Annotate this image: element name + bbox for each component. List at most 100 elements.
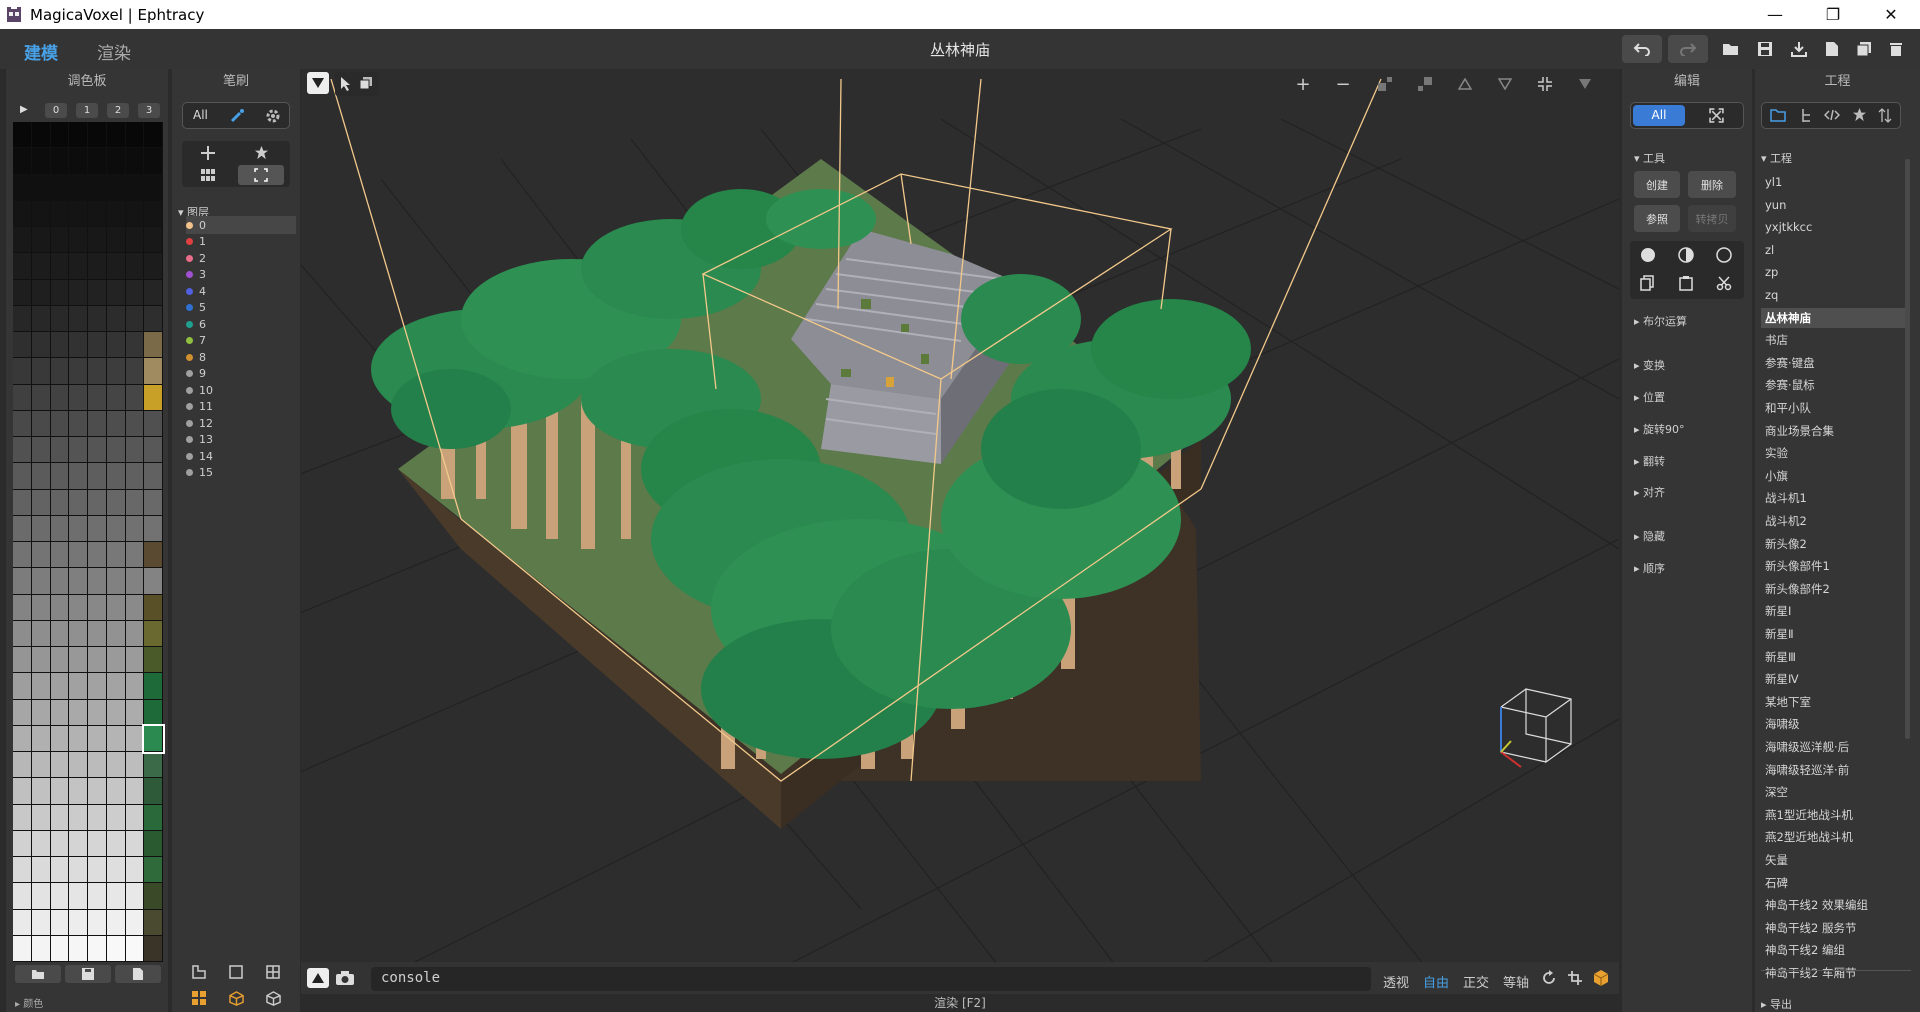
- edit-section-header[interactable]: ▸ 变换: [1634, 357, 1665, 373]
- palette-swatch[interactable]: [88, 148, 107, 175]
- orientation-gizmo[interactable]: [1491, 679, 1591, 779]
- zoom-out-button[interactable]: −: [1331, 72, 1355, 96]
- palette-page-2[interactable]: 2: [107, 103, 129, 118]
- palette-swatch[interactable]: [106, 699, 126, 726]
- palette-swatch[interactable]: [106, 253, 126, 280]
- palette-swatch[interactable]: [144, 463, 163, 490]
- palette-swatch[interactable]: [88, 883, 107, 910]
- palette-swatch[interactable]: [69, 935, 88, 962]
- project-item[interactable]: 小旗: [1761, 466, 1905, 486]
- palette-swatch[interactable]: [125, 935, 145, 962]
- palette-swatch[interactable]: [13, 594, 32, 621]
- palette-swatch[interactable]: [106, 673, 126, 700]
- palette-swatch[interactable]: [88, 200, 107, 227]
- palette-swatch[interactable]: [88, 515, 107, 542]
- project-item[interactable]: 新星Ⅲ: [1761, 647, 1905, 667]
- palette-swatch[interactable]: [69, 673, 88, 700]
- project-item[interactable]: 参赛·鼠标: [1761, 375, 1905, 395]
- project-item[interactable]: yxjtkkcc: [1761, 217, 1905, 237]
- palette-swatch[interactable]: [106, 305, 126, 332]
- palette-swatch[interactable]: [106, 174, 126, 201]
- layer-item[interactable]: 5: [186, 299, 296, 317]
- project-item[interactable]: 神岛干线2 服务节: [1761, 918, 1905, 938]
- palette-swatch[interactable]: [69, 384, 88, 411]
- palette-swatch[interactable]: [69, 778, 88, 805]
- palette-swatch[interactable]: [31, 752, 51, 779]
- layer-item[interactable]: 14: [186, 447, 296, 465]
- palette-swatch[interactable]: [144, 122, 163, 149]
- project-item[interactable]: 新头像2: [1761, 534, 1905, 554]
- palette-swatch[interactable]: [13, 568, 32, 595]
- project-item[interactable]: 燕2型近地战斗机: [1761, 827, 1905, 847]
- palette-swatch[interactable]: [13, 200, 32, 227]
- edit-all-button[interactable]: All: [1633, 105, 1685, 126]
- palette-swatch[interactable]: [88, 725, 107, 752]
- move-icon[interactable]: [201, 146, 215, 160]
- palette-swatch[interactable]: [50, 935, 70, 962]
- palette-swatch[interactable]: [50, 804, 70, 831]
- palette-swatch[interactable]: [88, 122, 107, 149]
- palette-swatch[interactable]: [125, 673, 145, 700]
- palette-swatch[interactable]: [31, 909, 51, 936]
- palette-swatch[interactable]: [50, 830, 70, 857]
- palette-swatch[interactable]: [50, 857, 70, 884]
- palette-swatch[interactable]: [13, 174, 32, 201]
- layer-item[interactable]: 7: [186, 332, 296, 350]
- flip-up-button[interactable]: [1453, 72, 1477, 96]
- palette-swatch[interactable]: [31, 279, 51, 306]
- palette-swatch[interactable]: [144, 437, 163, 464]
- expand-button[interactable]: [1413, 72, 1437, 96]
- grid-icon[interactable]: [201, 169, 215, 181]
- palette-swatch[interactable]: [50, 253, 70, 280]
- close-window-button[interactable]: ✕: [1862, 0, 1920, 29]
- palette-swatch[interactable]: [106, 883, 126, 910]
- palette-swatch[interactable]: [13, 515, 32, 542]
- palette-swatch[interactable]: [88, 410, 107, 437]
- palette-swatch[interactable]: [50, 778, 70, 805]
- palette-swatch[interactable]: [50, 699, 70, 726]
- palette-swatch[interactable]: [88, 857, 107, 884]
- palette-swatch[interactable]: [31, 673, 51, 700]
- palette-swatch[interactable]: [50, 542, 70, 569]
- palette-swatch[interactable]: [69, 253, 88, 280]
- palette-swatch[interactable]: [144, 673, 163, 700]
- palette-swatch[interactable]: [31, 410, 51, 437]
- palette-swatch[interactable]: [31, 489, 51, 516]
- star-icon[interactable]: [1852, 107, 1867, 122]
- paste-icon[interactable]: [1679, 275, 1693, 291]
- palette-swatch[interactable]: [69, 909, 88, 936]
- palette-swatch[interactable]: [50, 463, 70, 490]
- palette-swatch[interactable]: [31, 857, 51, 884]
- palette-swatch[interactable]: [69, 515, 88, 542]
- palette-swatch[interactable]: [125, 227, 145, 254]
- palette-swatch[interactable]: [144, 253, 163, 280]
- select-box-button[interactable]: [238, 165, 284, 185]
- palette-swatch[interactable]: [106, 200, 126, 227]
- palette-swatch[interactable]: [50, 122, 70, 149]
- code-icon[interactable]: [1824, 108, 1840, 122]
- layer-item[interactable]: 8: [186, 348, 296, 366]
- palette-swatch[interactable]: [13, 620, 32, 647]
- palette-swatch[interactable]: [106, 515, 126, 542]
- palette-swatch[interactable]: [88, 647, 107, 674]
- palette-swatch[interactable]: [144, 568, 163, 595]
- project-item[interactable]: 深空: [1761, 782, 1905, 802]
- zoom-in-button[interactable]: +: [1291, 72, 1315, 96]
- palette-swatch[interactable]: [88, 358, 107, 385]
- palette-swatch[interactable]: [50, 489, 70, 516]
- project-item[interactable]: zp: [1761, 262, 1905, 282]
- grid-view-icon[interactable]: [266, 965, 280, 979]
- palette-new-button[interactable]: [115, 965, 161, 983]
- project-item[interactable]: 书店: [1761, 330, 1905, 350]
- palette-swatch[interactable]: [106, 122, 126, 149]
- palette-swatch[interactable]: [31, 594, 51, 621]
- palette-swatch[interactable]: [106, 279, 126, 306]
- palette-swatch[interactable]: [31, 253, 51, 280]
- palette-swatch[interactable]: [69, 305, 88, 332]
- palette-swatch[interactable]: [69, 594, 88, 621]
- palette-swatch[interactable]: [13, 542, 32, 569]
- palette-swatch[interactable]: [88, 253, 107, 280]
- new-file-button[interactable]: [1820, 35, 1844, 63]
- project-item[interactable]: yl1: [1761, 172, 1905, 192]
- redo-button[interactable]: [1668, 35, 1708, 63]
